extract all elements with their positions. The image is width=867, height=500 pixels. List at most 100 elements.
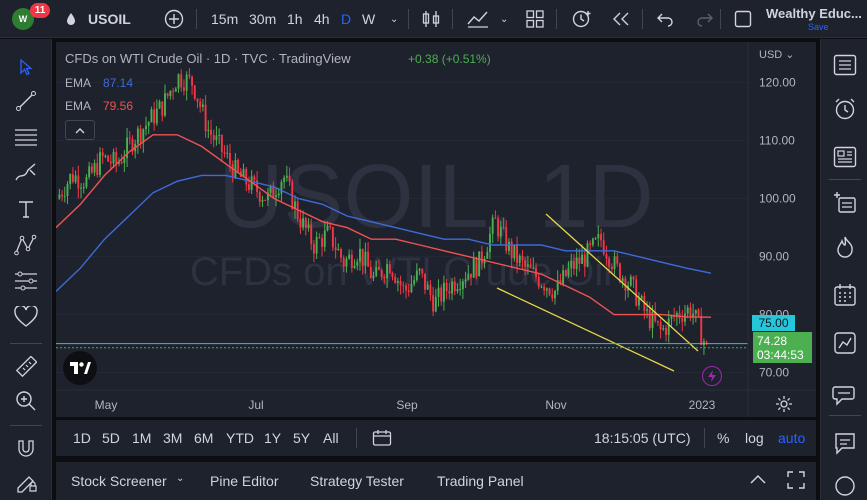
undo-icon[interactable] bbox=[656, 0, 674, 38]
cursor-icon[interactable] bbox=[12, 53, 40, 81]
ideas-icon[interactable] bbox=[831, 329, 859, 357]
interval-15m[interactable]: 15m bbox=[211, 0, 238, 38]
news-icon[interactable] bbox=[831, 143, 859, 171]
horizontal-lines-icon[interactable] bbox=[12, 123, 40, 151]
time-tick: 2023 bbox=[689, 398, 716, 412]
ruler-icon[interactable] bbox=[12, 353, 40, 381]
range-5y[interactable]: 5Y bbox=[293, 430, 310, 446]
candle-body bbox=[275, 195, 277, 198]
watchlist-icon[interactable] bbox=[831, 51, 859, 79]
range-ytd[interactable]: YTD bbox=[226, 430, 254, 446]
interval-1h[interactable]: 1h bbox=[287, 0, 303, 38]
tradingview-logo-icon[interactable] bbox=[63, 351, 97, 385]
divider bbox=[10, 343, 42, 344]
chevron-down-icon[interactable]: ⌄ bbox=[390, 0, 398, 38]
add-symbol-icon[interactable] bbox=[164, 0, 184, 38]
maximize-icon[interactable] bbox=[787, 471, 805, 492]
chevron-up-icon[interactable] bbox=[749, 472, 767, 488]
zoom-in-icon[interactable] bbox=[12, 387, 40, 415]
candle-body bbox=[201, 104, 204, 108]
price-chart[interactable]: USOIL, 1D CFDs on WTI Crude Oil 120.00 11… bbox=[56, 42, 816, 417]
help-icon[interactable] bbox=[831, 471, 859, 499]
candle-body bbox=[456, 289, 459, 292]
magnet-icon[interactable] bbox=[12, 435, 40, 463]
chevron-down-icon[interactable]: ⌄ bbox=[176, 473, 184, 484]
add-list-icon[interactable] bbox=[831, 189, 859, 217]
candle-body bbox=[445, 282, 448, 292]
ema1-label[interactable]: EMA bbox=[65, 76, 91, 90]
candle-body bbox=[361, 248, 364, 266]
fire-icon[interactable] bbox=[831, 233, 859, 261]
replay-icon[interactable] bbox=[611, 0, 631, 38]
candle-body bbox=[567, 268, 570, 276]
candle-body bbox=[115, 151, 118, 164]
notification-badge[interactable]: 11 bbox=[30, 3, 50, 18]
candle-body bbox=[619, 263, 621, 282]
heart-icon[interactable] bbox=[12, 303, 40, 331]
range-1m[interactable]: 1M bbox=[132, 430, 151, 446]
candle-body bbox=[369, 266, 372, 278]
range-3m[interactable]: 3M bbox=[163, 430, 182, 446]
candle-body bbox=[437, 287, 440, 297]
currency-selector[interactable]: USD ⌄ bbox=[759, 48, 795, 61]
wedge-lower-line[interactable] bbox=[496, 287, 675, 372]
range-1y[interactable]: 1Y bbox=[264, 430, 281, 446]
candle-body bbox=[71, 174, 74, 182]
redo-icon[interactable] bbox=[696, 0, 714, 38]
brush-icon[interactable] bbox=[12, 159, 40, 187]
fullscreen-box-icon[interactable] bbox=[734, 0, 752, 38]
date-range-icon[interactable] bbox=[372, 429, 392, 450]
log-toggle[interactable]: log bbox=[745, 430, 764, 446]
candle-body bbox=[261, 199, 264, 202]
tab-trading-panel[interactable]: Trading Panel bbox=[437, 473, 524, 489]
chart-canvas[interactable]: USOIL, 1D CFDs on WTI Crude Oil 120.0011… bbox=[56, 42, 816, 417]
symbol-search[interactable]: USOIL bbox=[88, 0, 131, 38]
projection-icon[interactable] bbox=[12, 267, 40, 295]
candle-body bbox=[234, 159, 237, 178]
alert-clock-icon[interactable] bbox=[571, 0, 593, 38]
time-axis[interactable]: May Jul Sep Nov 2023 bbox=[95, 398, 716, 412]
chevron-down-icon[interactable]: ⌄ bbox=[500, 0, 508, 38]
candle-body bbox=[516, 245, 519, 264]
alarm-clock-icon[interactable] bbox=[831, 95, 859, 123]
collapse-legend-button[interactable] bbox=[65, 120, 95, 140]
candle-body bbox=[656, 320, 659, 323]
interval-d[interactable]: D bbox=[341, 0, 351, 38]
percent-toggle[interactable]: % bbox=[717, 430, 729, 446]
indicators-icon[interactable] bbox=[467, 0, 489, 38]
tab-pine-editor[interactable]: Pine Editor bbox=[210, 473, 278, 489]
candle-body bbox=[402, 285, 405, 287]
tab-stock-screener[interactable]: Stock Screener bbox=[71, 473, 167, 489]
candle-body bbox=[591, 238, 594, 245]
candle-body bbox=[670, 315, 673, 319]
save-button[interactable]: Save bbox=[808, 22, 829, 32]
pattern-icon[interactable] bbox=[12, 231, 40, 259]
candle-body bbox=[694, 309, 697, 314]
user-name[interactable]: Wealthy Educ... bbox=[766, 6, 862, 21]
trend-line-icon[interactable] bbox=[12, 87, 40, 115]
chat-icon[interactable] bbox=[831, 381, 859, 409]
interval-4h[interactable]: 4h bbox=[314, 0, 330, 38]
candle-body bbox=[218, 135, 221, 137]
utc-clock[interactable]: 18:15:05 (UTC) bbox=[594, 430, 690, 446]
ema2-value: 79.56 bbox=[103, 99, 134, 113]
range-1d[interactable]: 1D bbox=[73, 430, 91, 446]
interval-w[interactable]: W bbox=[362, 0, 375, 38]
calendar-icon[interactable] bbox=[831, 281, 859, 309]
text-tool-icon[interactable] bbox=[12, 195, 40, 223]
lock-pencil-icon[interactable] bbox=[12, 469, 40, 497]
range-6m[interactable]: 6M bbox=[194, 430, 213, 446]
range-5d[interactable]: 5D bbox=[102, 430, 120, 446]
last-price-label: 74.28 03:44:53 bbox=[753, 332, 812, 363]
candle-body bbox=[502, 226, 505, 228]
layout-grid-icon[interactable] bbox=[526, 0, 544, 38]
tab-strategy-tester[interactable]: Strategy Tester bbox=[310, 473, 404, 489]
auto-toggle[interactable]: auto bbox=[778, 430, 805, 446]
candles-icon[interactable] bbox=[422, 0, 440, 38]
chat-bubble-icon[interactable] bbox=[831, 429, 859, 457]
gear-icon[interactable] bbox=[774, 394, 794, 414]
ema2-label[interactable]: EMA bbox=[65, 99, 91, 113]
lightning-icon[interactable] bbox=[702, 366, 722, 386]
range-all[interactable]: All bbox=[323, 430, 339, 446]
interval-30m[interactable]: 30m bbox=[249, 0, 276, 38]
